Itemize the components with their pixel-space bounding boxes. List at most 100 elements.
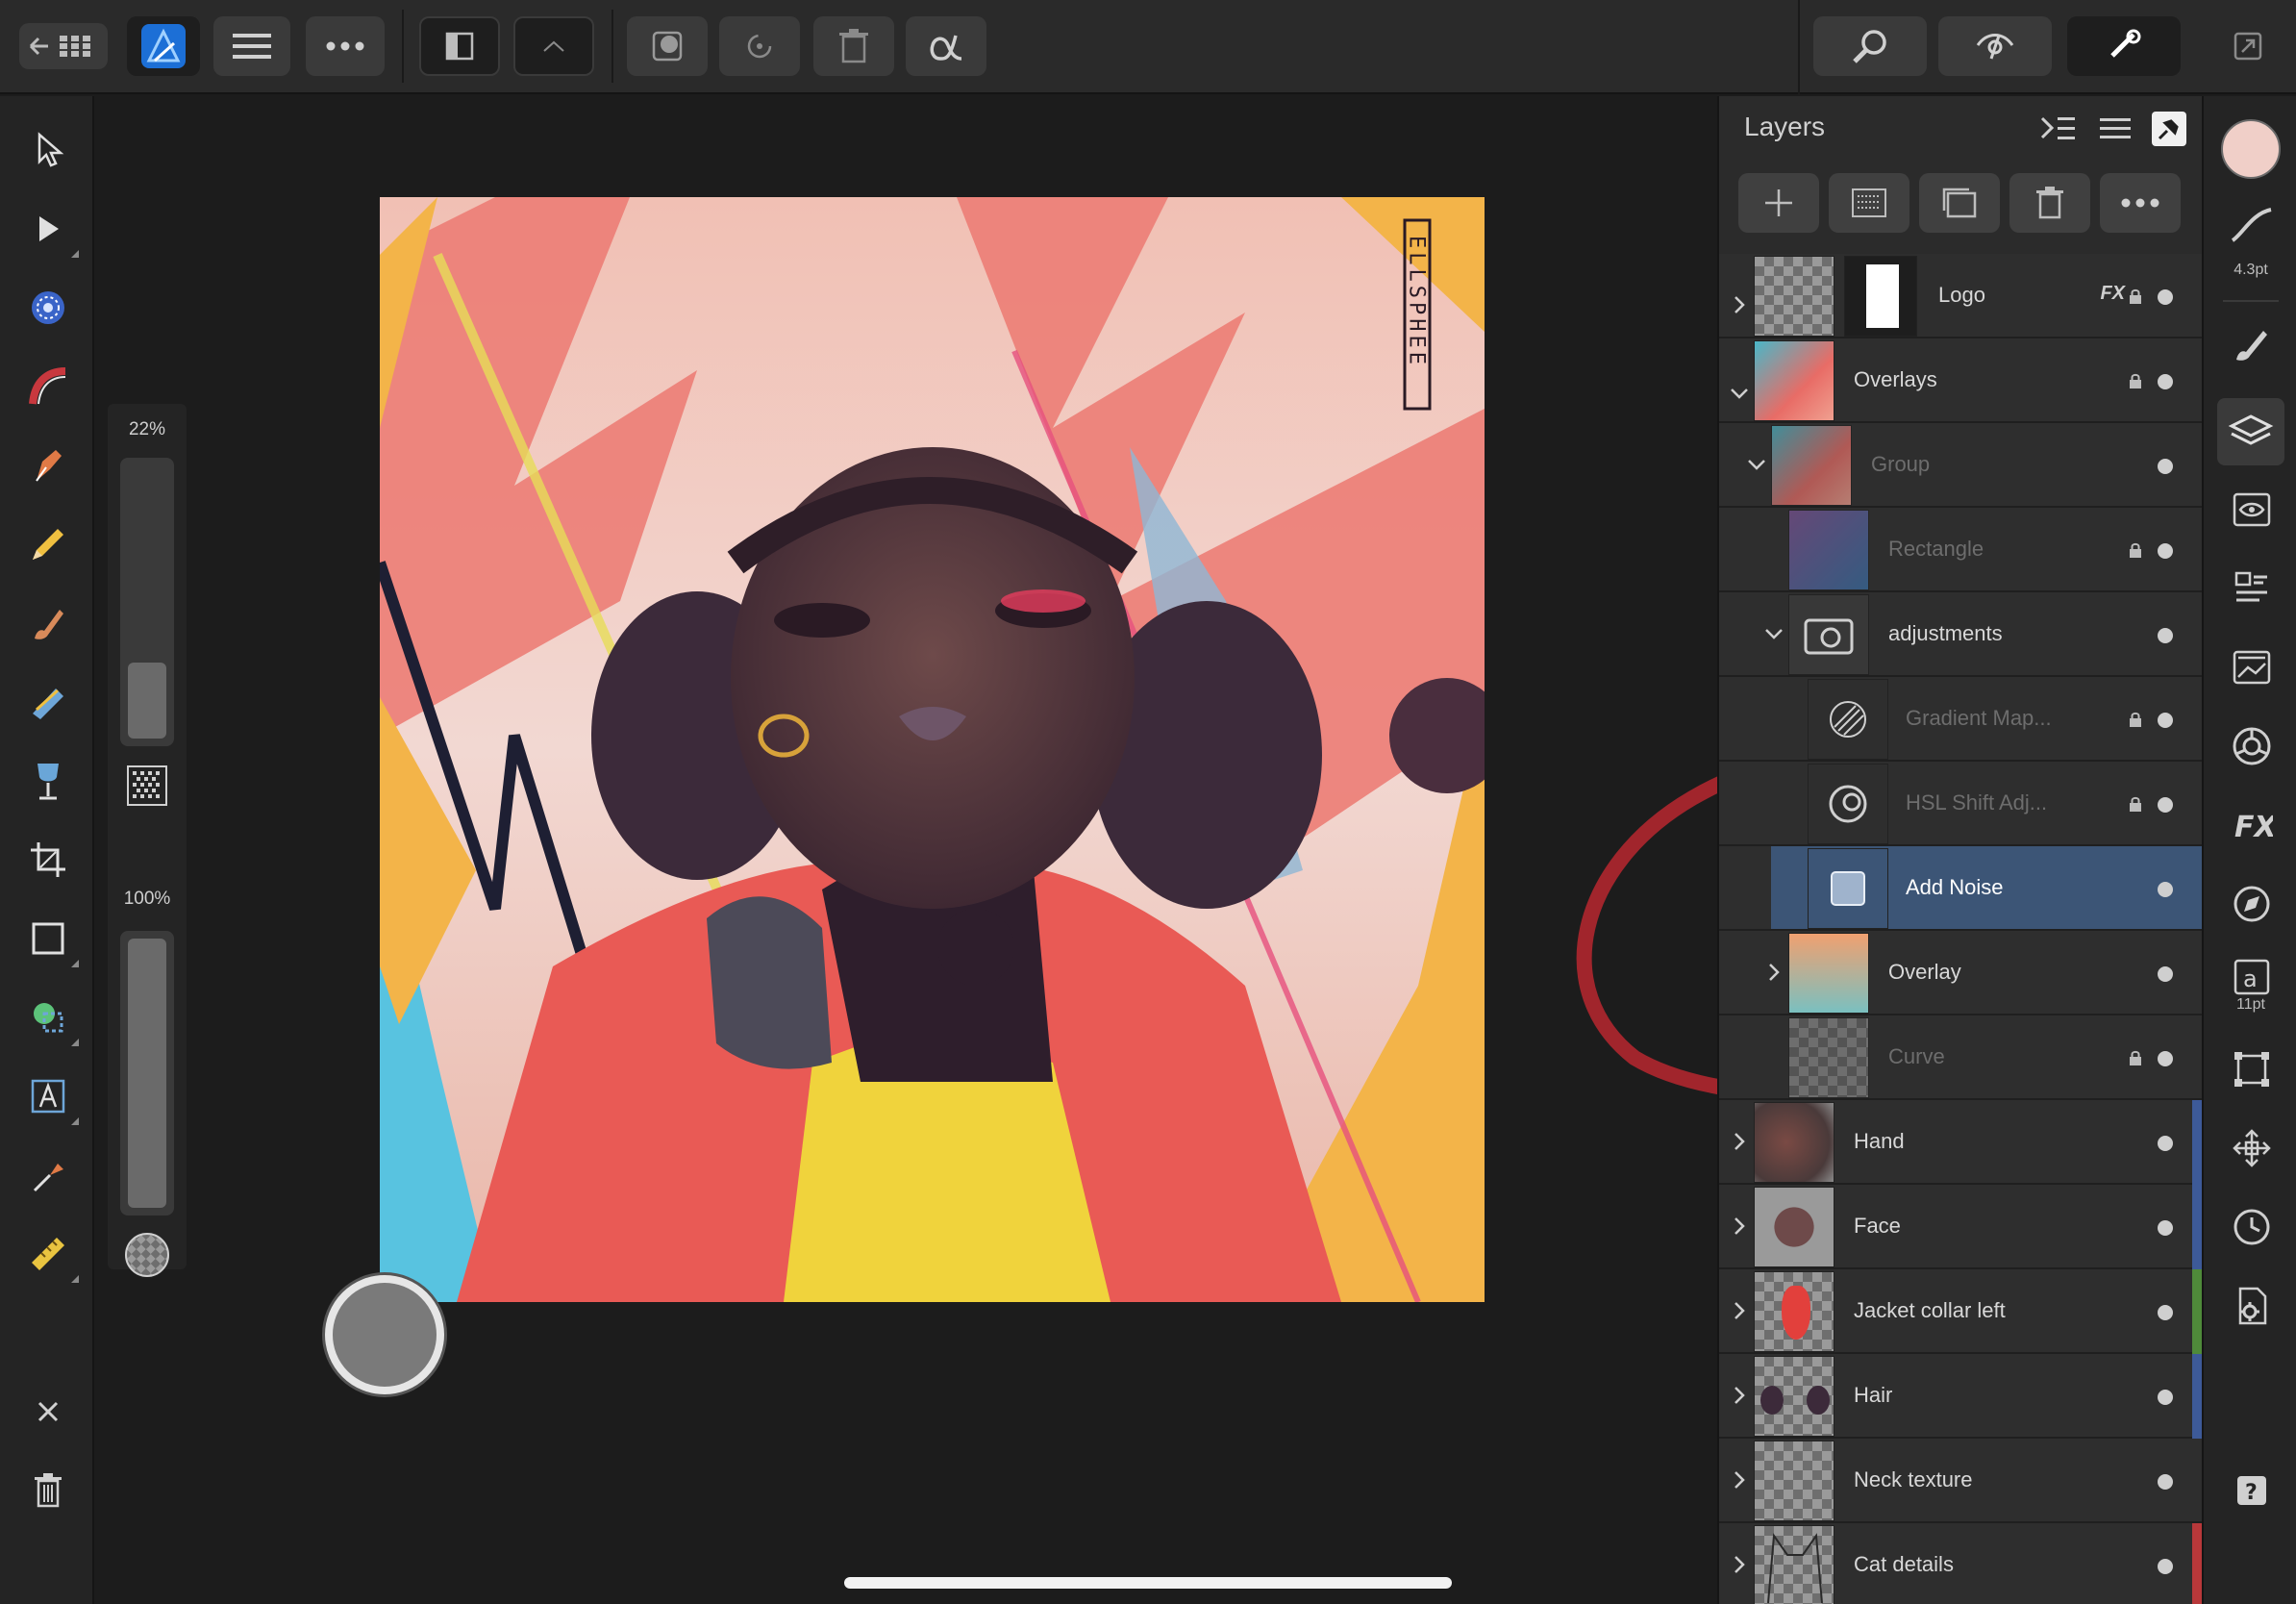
fill-tool[interactable] xyxy=(23,677,73,727)
lock-icon[interactable] xyxy=(2129,373,2142,388)
layer-row-logo[interactable]: Logo FX xyxy=(1719,254,2204,338)
chevron-down-icon[interactable] xyxy=(1729,383,1750,404)
gallery-button[interactable] xyxy=(19,23,108,69)
layer-row-hand[interactable]: Hand xyxy=(1719,1100,2204,1185)
effects-panel-button[interactable]: FX xyxy=(2227,800,2277,850)
close-context-button[interactable] xyxy=(23,1387,73,1437)
home-indicator[interactable] xyxy=(844,1577,1452,1589)
measure-tool[interactable] xyxy=(23,1229,79,1283)
move-tool[interactable] xyxy=(23,125,73,175)
zoom-view-button[interactable] xyxy=(1813,16,1927,76)
lock-icon[interactable] xyxy=(2129,712,2142,727)
noise-texture-icon[interactable] xyxy=(125,764,169,808)
constraints-button[interactable] xyxy=(906,16,986,76)
vector-brush-tool[interactable] xyxy=(23,362,73,412)
layer-row-neck-texture[interactable]: Neck texture xyxy=(1719,1439,2204,1523)
character-panel-button[interactable]: a xyxy=(2227,952,2277,1002)
add-layer-button[interactable] xyxy=(1738,173,1819,233)
view-mode-button[interactable] xyxy=(419,16,500,76)
fullscreen-button[interactable] xyxy=(2221,16,2275,76)
shape-builder-tool[interactable] xyxy=(23,992,79,1046)
snapping-button[interactable] xyxy=(513,16,594,76)
chevron-right-icon[interactable] xyxy=(1763,962,1784,983)
corner-tool[interactable] xyxy=(23,283,73,333)
layer-more-button[interactable] xyxy=(2100,173,2181,233)
layer-row-cat-details[interactable]: Cat details xyxy=(1719,1523,2204,1604)
color-picker-tool[interactable] xyxy=(23,1150,73,1200)
lock-icon[interactable] xyxy=(2129,1050,2142,1065)
visibility-toggle[interactable] xyxy=(2158,628,2173,643)
document-menu-button[interactable] xyxy=(213,16,290,76)
visibility-toggle[interactable] xyxy=(2158,713,2173,728)
layer-row-hsl-shift[interactable]: HSL Shift Adj... xyxy=(1719,762,2204,846)
navigator-panel-button[interactable] xyxy=(2227,879,2277,929)
artistic-text-tool[interactable] xyxy=(23,1071,79,1125)
history-panel-button[interactable] xyxy=(2227,1202,2277,1252)
paint-brush-tool[interactable] xyxy=(23,598,73,648)
pin-panel-button[interactable] xyxy=(2152,112,2186,146)
size-slider[interactable] xyxy=(120,458,174,746)
visibility-toggle[interactable] xyxy=(2158,882,2173,897)
onscreen-modifier-controller[interactable] xyxy=(325,1275,444,1394)
layer-row-overlay[interactable]: Overlay xyxy=(1719,931,2204,1015)
visibility-toggle[interactable] xyxy=(2158,374,2173,389)
visibility-toggle[interactable] xyxy=(2158,1051,2173,1066)
add-pixel-layer-button[interactable] xyxy=(1829,173,1909,233)
transparency-tool[interactable] xyxy=(23,756,73,806)
layer-row-gradient-map[interactable]: Gradient Map... xyxy=(1719,677,2204,762)
rotate-button[interactable] xyxy=(719,16,800,76)
layer-row-rectangle[interactable]: Rectangle xyxy=(1719,508,2204,592)
chevron-down-icon[interactable] xyxy=(1763,623,1784,644)
layer-row-group[interactable]: Group xyxy=(1719,423,2204,508)
lock-icon[interactable] xyxy=(2129,542,2142,558)
chevron-right-icon[interactable] xyxy=(1729,1469,1750,1491)
visibility-toggle[interactable] xyxy=(2158,1390,2173,1405)
visibility-toggle[interactable] xyxy=(2158,1559,2173,1574)
node-tool[interactable] xyxy=(23,204,79,258)
chevron-right-icon[interactable] xyxy=(1729,1300,1750,1321)
visibility-toggle[interactable] xyxy=(2158,289,2173,305)
chevron-right-icon[interactable] xyxy=(1729,294,1750,315)
text-styles-panel-button[interactable] xyxy=(2227,564,2277,614)
lock-icon[interactable] xyxy=(2129,796,2142,812)
layer-row-add-noise[interactable]: Add Noise xyxy=(1719,846,2204,931)
rectangle-tool[interactable] xyxy=(23,914,79,967)
layer-row-jacket-collar-left[interactable]: Jacket collar left xyxy=(1719,1269,2204,1354)
help-button[interactable]: ? xyxy=(2227,1466,2277,1516)
transparency-checker-icon[interactable] xyxy=(125,1233,169,1277)
visibility-toggle[interactable] xyxy=(2158,1305,2173,1320)
delete-layer-button[interactable] xyxy=(2009,173,2090,233)
mask-button[interactable] xyxy=(627,16,708,76)
lock-icon[interactable] xyxy=(2129,288,2142,304)
delete-button[interactable] xyxy=(813,16,894,76)
chevron-right-icon[interactable] xyxy=(1729,1385,1750,1406)
layer-row-curve[interactable]: Curve xyxy=(1719,1015,2204,1100)
transform-panel-button[interactable] xyxy=(2227,1044,2277,1094)
stroke-panel-button[interactable] xyxy=(2227,200,2277,250)
persona-designer-button[interactable] xyxy=(127,16,200,76)
visibility-toggle[interactable] xyxy=(2158,1474,2173,1490)
chevron-down-icon[interactable] xyxy=(1746,454,1767,475)
visibility-toggle[interactable] xyxy=(2158,1220,2173,1236)
alignment-panel-button[interactable] xyxy=(2227,1123,2277,1173)
visibility-toggle[interactable] xyxy=(2158,797,2173,813)
visibility-toggle[interactable] xyxy=(2158,966,2173,982)
more-button[interactable] xyxy=(306,16,385,76)
visibility-toggle[interactable] xyxy=(2158,1136,2173,1151)
crop-tool[interactable] xyxy=(23,835,73,885)
opacity-slider[interactable] xyxy=(120,931,174,1216)
view-options-button[interactable] xyxy=(1938,16,2052,76)
snapping-options-button[interactable] xyxy=(2067,16,2181,76)
brushes-panel-button[interactable] xyxy=(2227,319,2277,369)
document-canvas[interactable]: ELLSPHEE xyxy=(380,197,1485,1302)
size-slider-thumb[interactable] xyxy=(128,663,166,739)
collapse-panel-button[interactable] xyxy=(2038,110,2077,148)
assets-panel-button[interactable] xyxy=(2227,642,2277,692)
pen-tool[interactable] xyxy=(23,440,73,490)
visibility-toggle[interactable] xyxy=(2158,543,2173,559)
layer-row-overlays[interactable]: Overlays xyxy=(1719,338,2204,423)
document-settings-button[interactable] xyxy=(2227,1281,2277,1331)
trash-context-button[interactable] xyxy=(23,1466,73,1516)
pencil-tool[interactable] xyxy=(23,519,73,569)
opacity-slider-thumb[interactable] xyxy=(128,939,166,1208)
